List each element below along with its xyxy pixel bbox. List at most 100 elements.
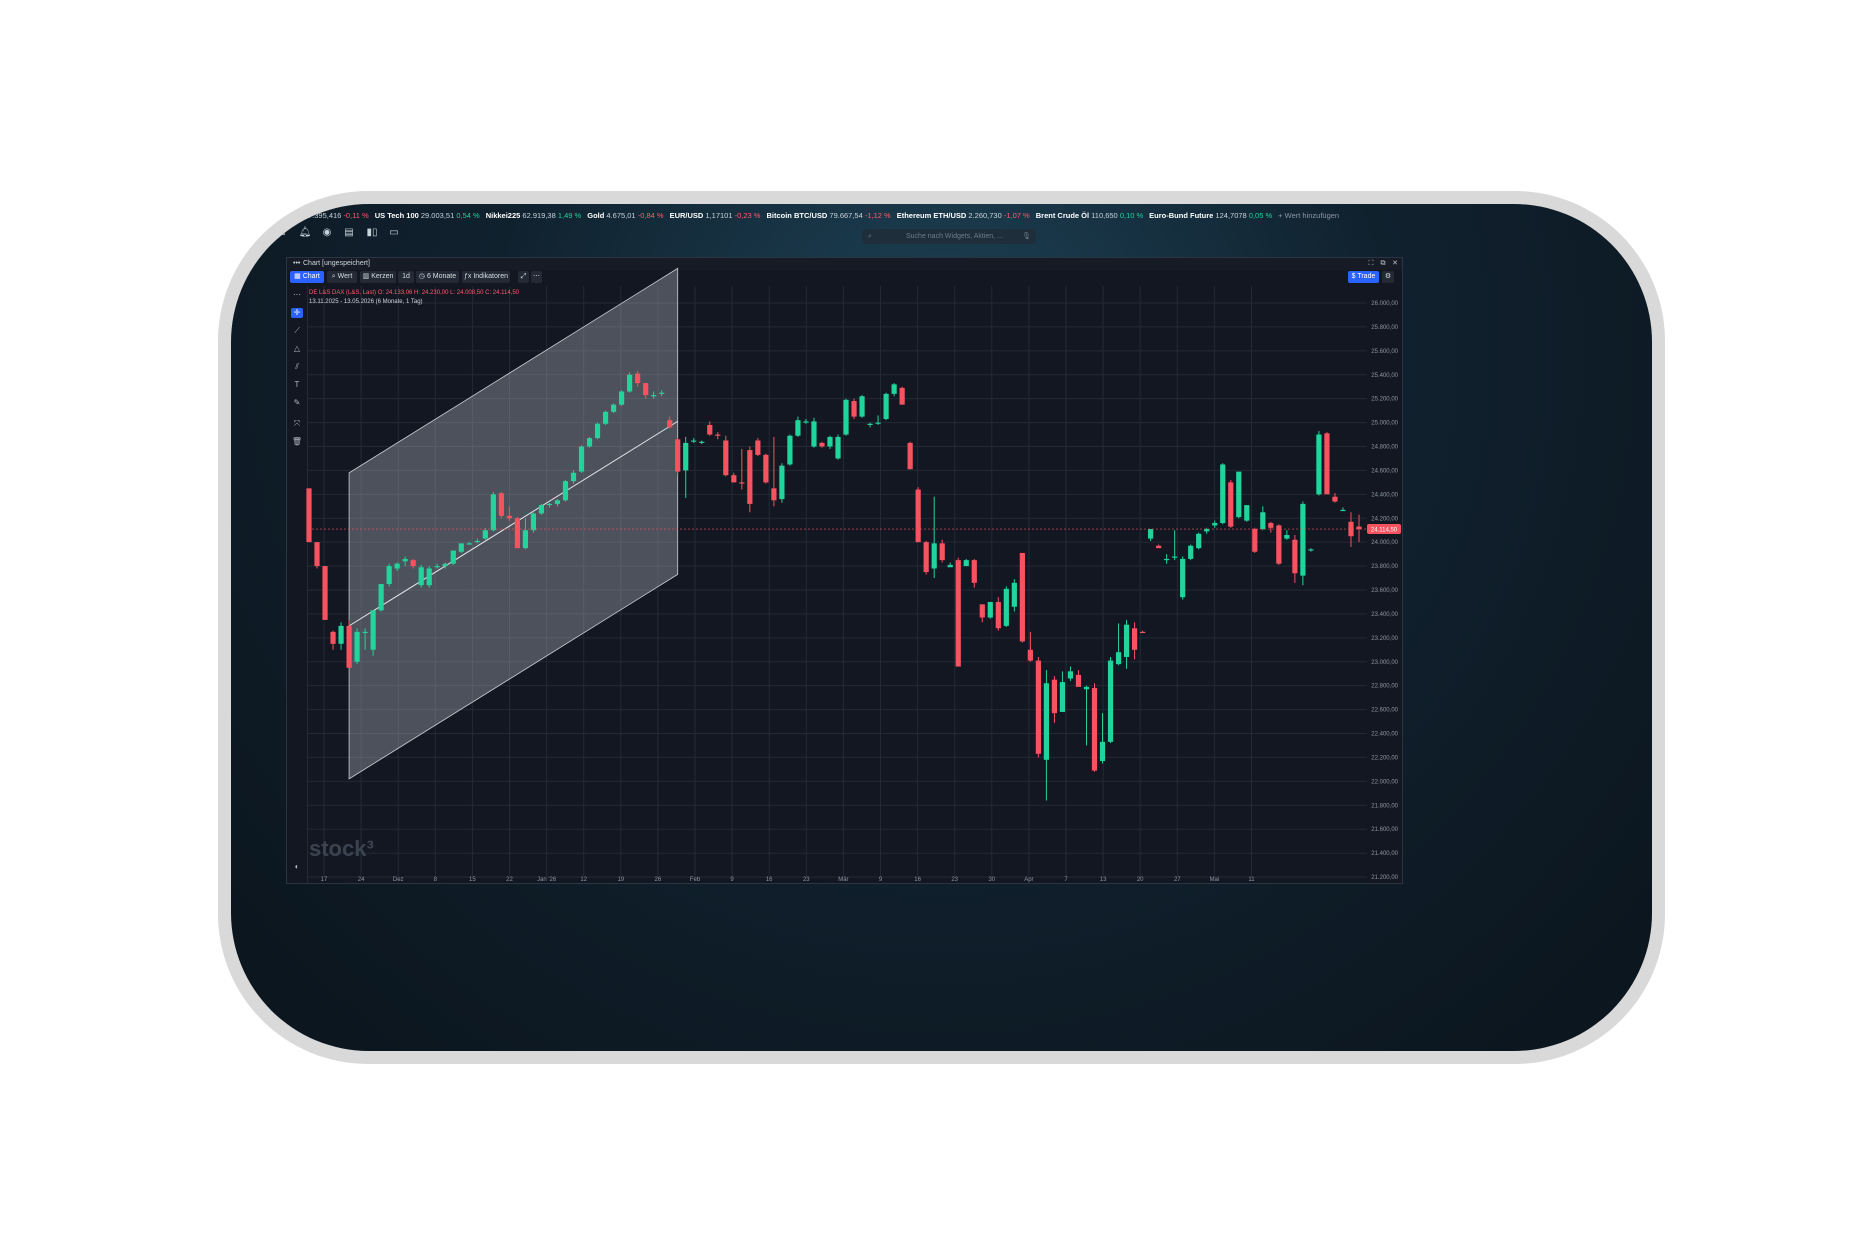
candle-body[interactable] <box>947 564 953 568</box>
candle-body[interactable] <box>498 493 504 516</box>
candle-body[interactable] <box>1276 525 1282 564</box>
candle-body[interactable] <box>755 440 761 455</box>
candle-body[interactable] <box>1164 558 1170 561</box>
candle-body[interactable] <box>1196 533 1202 549</box>
candle-body[interactable] <box>1107 660 1114 742</box>
microphone-icon[interactable]: 🎙︎ <box>1022 229 1031 244</box>
candle-body[interactable] <box>851 401 857 417</box>
candle-body[interactable] <box>434 566 440 568</box>
candle-body[interactable] <box>394 563 400 569</box>
candle-body[interactable] <box>819 442 825 447</box>
candle-body[interactable] <box>1123 624 1130 657</box>
candle-body[interactable] <box>955 560 961 667</box>
candle-body[interactable] <box>779 465 785 500</box>
candle-body[interactable] <box>1156 545 1162 549</box>
candle-body[interactable] <box>1148 529 1154 539</box>
candle-body[interactable] <box>530 513 537 531</box>
candle-body[interactable] <box>1115 652 1122 665</box>
candle-body[interactable] <box>602 411 609 424</box>
candle-body[interactable] <box>1244 505 1250 521</box>
news-icon[interactable]: ▤ <box>342 226 356 240</box>
candle-body[interactable] <box>1316 434 1322 495</box>
candle-body[interactable] <box>891 384 897 394</box>
candle-body[interactable] <box>594 423 601 439</box>
candle-body[interactable] <box>995 601 1001 629</box>
add-ticker-button[interactable]: + Wert hinzufügen <box>1278 209 1339 223</box>
candle-body[interactable] <box>1236 471 1242 518</box>
candle-body[interactable] <box>795 420 801 436</box>
candle-body[interactable] <box>1220 464 1226 524</box>
candle-body[interactable] <box>354 631 360 662</box>
candle-body[interactable] <box>859 396 865 417</box>
candle-body[interactable] <box>987 601 993 618</box>
candle-body[interactable] <box>1051 679 1058 714</box>
candle-body[interactable] <box>1292 539 1298 574</box>
candle-body[interactable] <box>651 395 657 397</box>
ticker-item[interactable]: S&P 500 7.395,416 -0,11 % <box>276 209 369 223</box>
candle-body[interactable] <box>739 482 745 484</box>
candle-body[interactable] <box>1003 588 1009 626</box>
ticker-item[interactable]: Bitcoin BTC/USD 79.667,54 -1,12 % <box>766 209 890 223</box>
candle-body[interactable] <box>1188 545 1194 559</box>
ticker-item[interactable]: US Tech 100 29.003,51 0,54 % <box>375 209 480 223</box>
candle-body[interactable] <box>538 505 545 514</box>
candle-body[interactable] <box>610 404 617 412</box>
candle-body[interactable] <box>683 442 689 471</box>
candle-body[interactable] <box>570 472 577 482</box>
candle-body[interactable] <box>627 374 633 392</box>
candle-body[interactable] <box>1019 552 1025 642</box>
candle-body[interactable] <box>1228 482 1234 527</box>
candle-body[interactable] <box>699 441 705 443</box>
candle-body[interactable] <box>1300 503 1306 576</box>
folder-icon[interactable]: ▭ <box>387 226 401 240</box>
ticker-item[interactable]: Nikkei225 62.919,38 1,49 % <box>486 209 582 223</box>
candle-body[interactable] <box>1260 512 1266 530</box>
candle-body[interactable] <box>1308 549 1314 551</box>
candle-body[interactable] <box>931 543 937 569</box>
candle-body[interactable] <box>763 454 769 483</box>
candle-body[interactable] <box>1059 682 1066 712</box>
candle-body[interactable] <box>907 442 913 470</box>
candle-body[interactable] <box>314 542 320 567</box>
portfolio-icon[interactable]: ▮▯ <box>365 226 379 240</box>
candle-body[interactable] <box>1252 529 1258 552</box>
ticker-item[interactable]: Ethereum ETH/USD 2.260,730 -1,07 % <box>897 209 1030 223</box>
candle-body[interactable] <box>883 393 889 419</box>
candle-body[interactable] <box>362 631 368 634</box>
candle-body[interactable] <box>386 566 392 585</box>
candle-body[interactable] <box>723 440 729 476</box>
candle-body[interactable] <box>1083 686 1090 690</box>
candle-body[interactable] <box>546 503 553 506</box>
candle-body[interactable] <box>426 568 432 586</box>
candle-body[interactable] <box>482 530 488 539</box>
candle-body[interactable] <box>707 424 713 435</box>
candle-body[interactable] <box>923 542 929 573</box>
candle-body[interactable] <box>522 530 529 549</box>
candle-body[interactable] <box>330 631 336 644</box>
candle-body[interactable] <box>659 392 665 394</box>
candle-body[interactable] <box>418 567 424 586</box>
eye-icon[interactable]: ◉ <box>320 226 334 240</box>
candle-body[interactable] <box>370 610 376 650</box>
candle-body[interactable] <box>715 434 721 436</box>
ticker-item[interactable]: EUR/USD 1,17101 -0,23 % <box>670 209 761 223</box>
candle-body[interactable] <box>803 421 809 423</box>
candle-body[interactable] <box>939 543 945 561</box>
candle-body[interactable] <box>506 515 512 519</box>
candle-body[interactable] <box>1075 674 1082 687</box>
candle-body[interactable] <box>1131 628 1138 650</box>
ticker-item[interactable]: Gold 4.675,01 -0,84 % <box>587 209 663 223</box>
candle-body[interactable] <box>675 439 681 472</box>
price-chart[interactable]: 26.000,00 25.800,00 25.600,00 25.400,00 25.2… <box>287 258 1402 883</box>
ticker-item[interactable]: Euro-Bund Future 124,7078 0,05 % <box>1149 209 1272 223</box>
candle-body[interactable] <box>474 540 480 543</box>
candle-body[interactable] <box>1204 529 1210 532</box>
candle-body[interactable] <box>490 494 496 531</box>
candle-body[interactable] <box>1172 556 1178 558</box>
candle-body[interactable] <box>915 489 921 543</box>
candle-body[interactable] <box>586 438 593 447</box>
candle-body[interactable] <box>979 604 985 618</box>
candle-body[interactable] <box>514 518 520 549</box>
candle-body[interactable] <box>1332 496 1338 502</box>
user-icon[interactable]: ♙ <box>275 226 289 240</box>
